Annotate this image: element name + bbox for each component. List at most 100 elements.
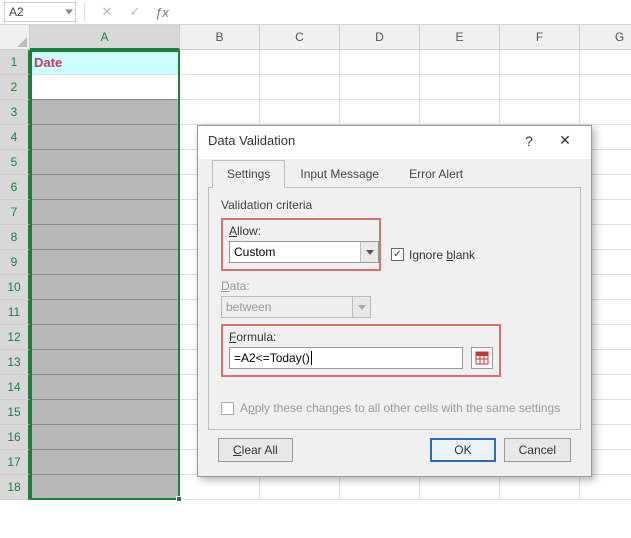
cell[interactable] — [340, 475, 420, 500]
cell[interactable] — [30, 300, 180, 325]
cell[interactable] — [580, 50, 631, 75]
cell[interactable] — [30, 375, 180, 400]
cell[interactable] — [30, 225, 180, 250]
range-selector-button[interactable] — [471, 347, 493, 369]
row-header[interactable]: 18 — [0, 475, 30, 500]
tab-error-alert[interactable]: Error Alert — [394, 160, 478, 188]
allow-highlight-box: Allow: Custom — [221, 218, 381, 271]
cell[interactable] — [500, 100, 580, 125]
formula-bar-input[interactable] — [175, 3, 627, 21]
cell[interactable] — [340, 75, 420, 100]
ignore-blank-checkbox[interactable]: ✓ Ignore blank — [391, 248, 475, 262]
row-header[interactable]: 10 — [0, 275, 30, 300]
column-header[interactable]: G — [580, 25, 631, 50]
cell[interactable] — [180, 75, 260, 100]
data-value: between — [226, 300, 271, 314]
cell[interactable] — [30, 325, 180, 350]
cell[interactable] — [580, 475, 631, 500]
tab-label: Settings — [227, 167, 270, 181]
cell[interactable] — [260, 50, 340, 75]
cell[interactable] — [420, 100, 500, 125]
ok-button[interactable]: OK — [430, 438, 495, 462]
cell-date-header[interactable]: Date — [30, 50, 180, 75]
row-header[interactable]: 17 — [0, 450, 30, 475]
cell[interactable] — [260, 75, 340, 100]
checkbox-icon — [221, 402, 234, 415]
column-header[interactable]: F — [500, 25, 580, 50]
row-header[interactable]: 6 — [0, 175, 30, 200]
cell[interactable] — [180, 475, 260, 500]
cell[interactable] — [30, 425, 180, 450]
dialog-titlebar[interactable]: Data Validation ? ✕ — [198, 126, 591, 159]
cell[interactable] — [500, 75, 580, 100]
column-header[interactable]: A — [30, 25, 180, 50]
chevron-down-icon[interactable] — [65, 10, 73, 15]
row-header[interactable]: 15 — [0, 400, 30, 425]
fx-icon[interactable]: ƒx — [155, 5, 169, 20]
row-header[interactable]: 11 — [0, 300, 30, 325]
cell[interactable] — [420, 475, 500, 500]
cell[interactable] — [30, 200, 180, 225]
cell[interactable] — [180, 100, 260, 125]
cell[interactable] — [340, 100, 420, 125]
cell[interactable] — [580, 75, 631, 100]
section-title: Validation criteria — [221, 198, 568, 212]
cell[interactable] — [30, 150, 180, 175]
cell[interactable] — [30, 275, 180, 300]
close-button[interactable]: ✕ — [547, 132, 583, 149]
cell[interactable] — [30, 350, 180, 375]
row-header[interactable]: 9 — [0, 250, 30, 275]
cell[interactable] — [30, 125, 180, 150]
cell[interactable] — [30, 100, 180, 125]
chevron-down-icon[interactable] — [360, 242, 378, 262]
column-header[interactable]: E — [420, 25, 500, 50]
row-header[interactable]: 5 — [0, 150, 30, 175]
row-header[interactable]: 7 — [0, 200, 30, 225]
allow-select[interactable]: Custom — [229, 241, 379, 263]
help-button[interactable]: ? — [511, 133, 547, 149]
cell[interactable] — [500, 475, 580, 500]
row-header[interactable]: 4 — [0, 125, 30, 150]
cell[interactable] — [30, 450, 180, 475]
dialog-button-row: Clear All OK Cancel — [208, 430, 581, 464]
cell[interactable] — [420, 50, 500, 75]
cell[interactable] — [30, 175, 180, 200]
cell[interactable] — [30, 400, 180, 425]
name-box[interactable]: A2 — [4, 2, 76, 22]
column-header[interactable]: D — [340, 25, 420, 50]
row-header[interactable]: 14 — [0, 375, 30, 400]
cell[interactable] — [30, 475, 180, 500]
column-header[interactable]: C — [260, 25, 340, 50]
accept-formula-icon: ✓ — [127, 4, 143, 20]
formula-input[interactable]: =A2<=Today() — [229, 347, 463, 369]
cell[interactable] — [340, 50, 420, 75]
row-header[interactable]: 13 — [0, 350, 30, 375]
tab-label: Input Message — [300, 167, 379, 181]
tab-settings[interactable]: Settings — [212, 160, 285, 188]
column-header[interactable]: B — [180, 25, 260, 50]
cancel-formula-icon: ✕ — [99, 4, 115, 20]
button-label: Cancel — [519, 443, 556, 457]
cell[interactable] — [180, 50, 260, 75]
allow-label: Allow: — [229, 224, 373, 238]
cancel-button[interactable]: Cancel — [504, 438, 571, 462]
cell[interactable] — [260, 100, 340, 125]
cell[interactable] — [30, 75, 180, 100]
tab-label: Error Alert — [409, 167, 463, 181]
row-header[interactable]: 12 — [0, 325, 30, 350]
cell[interactable] — [260, 475, 340, 500]
row-header[interactable]: 16 — [0, 425, 30, 450]
select-all-corner[interactable] — [0, 25, 30, 50]
dialog-title: Data Validation — [208, 133, 511, 148]
divider — [84, 3, 85, 21]
cell[interactable] — [500, 50, 580, 75]
cell[interactable] — [30, 250, 180, 275]
clear-all-button[interactable]: Clear All — [218, 438, 293, 462]
row-header[interactable]: 3 — [0, 100, 30, 125]
cell[interactable] — [580, 100, 631, 125]
row-header[interactable]: 2 — [0, 75, 30, 100]
row-header[interactable]: 1 — [0, 50, 30, 75]
row-header[interactable]: 8 — [0, 225, 30, 250]
tab-input-message[interactable]: Input Message — [285, 160, 394, 188]
cell[interactable] — [420, 75, 500, 100]
